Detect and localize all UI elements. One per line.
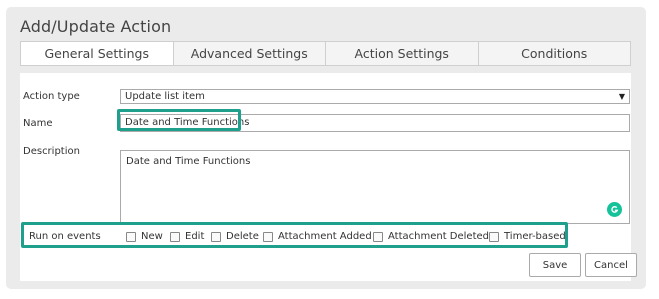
tab-general-settings[interactable]: General Settings	[21, 42, 173, 65]
tab-advanced-settings[interactable]: Advanced Settings	[172, 42, 325, 65]
event-delete-checkbox[interactable]: Delete	[211, 231, 259, 242]
event-new-checkbox[interactable]: New	[126, 231, 163, 242]
cancel-button[interactable]: Cancel	[585, 253, 637, 277]
action-type-label: Action type	[23, 91, 80, 102]
add-update-action-dialog: Add/Update Action General Settings Advan…	[6, 7, 646, 289]
event-timer-based-label: Timer-based	[504, 231, 566, 242]
run-on-events-label: Run on events	[29, 231, 101, 242]
event-delete-label: Delete	[226, 231, 259, 242]
event-new-label: New	[141, 231, 163, 242]
checkbox-icon[interactable]	[170, 231, 180, 242]
checkbox-icon[interactable]	[263, 231, 273, 242]
checkbox-icon[interactable]	[126, 231, 136, 242]
general-settings-form: Action type Update list item ▼ Name Date…	[20, 73, 637, 281]
tab-conditions[interactable]: Conditions	[477, 42, 630, 65]
event-attachment-added-checkbox[interactable]: Attachment Added	[263, 231, 372, 242]
description-textarea[interactable]: Date and Time Functions	[120, 150, 630, 224]
tab-bar: General Settings Advanced Settings Actio…	[20, 41, 631, 66]
event-edit-checkbox[interactable]: Edit	[170, 231, 204, 242]
checkbox-icon[interactable]	[489, 231, 499, 242]
event-attachment-deleted-checkbox[interactable]: Attachment Deleted	[373, 231, 489, 242]
event-attachment-added-label: Attachment Added	[278, 231, 372, 242]
action-type-value: Update list item	[125, 91, 205, 102]
description-value: Date and Time Functions	[126, 156, 251, 167]
action-type-select[interactable]: Update list item ▼	[120, 89, 630, 104]
tab-action-settings[interactable]: Action Settings	[325, 42, 478, 65]
grammarly-icon[interactable]	[607, 202, 622, 217]
event-timer-based-checkbox[interactable]: Timer-based	[489, 231, 566, 242]
description-label: Description	[23, 146, 80, 157]
event-edit-label: Edit	[185, 231, 205, 242]
dropdown-arrow-icon: ▼	[618, 92, 625, 101]
checkbox-icon[interactable]	[373, 231, 383, 242]
event-attachment-deleted-label: Attachment Deleted	[388, 231, 490, 242]
save-button[interactable]: Save	[529, 253, 581, 277]
name-label: Name	[23, 118, 53, 129]
checkbox-icon[interactable]	[211, 231, 221, 242]
name-highlight-box	[117, 109, 241, 131]
dialog-title: Add/Update Action	[20, 17, 172, 36]
